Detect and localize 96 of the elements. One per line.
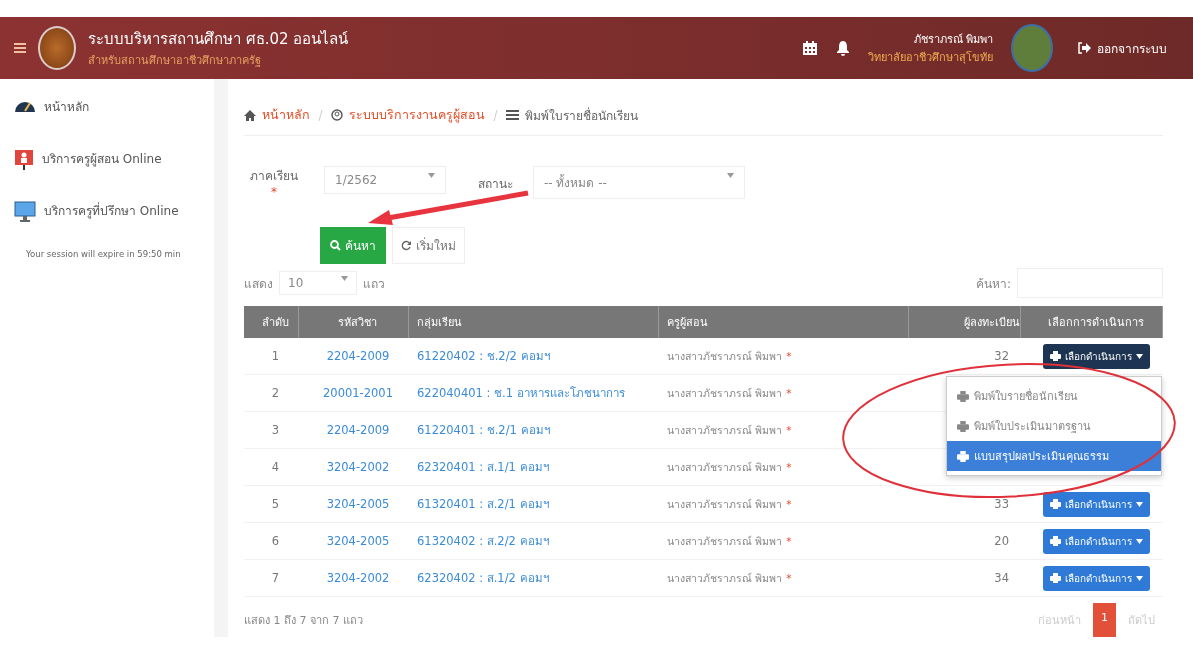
teacher-name: นางสาวภัชราภรณ์ พิมพา: [667, 422, 783, 438]
menu-icon[interactable]: [14, 43, 26, 53]
registered-count: 34: [994, 571, 1009, 585]
registered-count: 33: [994, 497, 1009, 511]
calendar-icon[interactable]: [802, 40, 818, 56]
required-mark: *: [786, 498, 792, 510]
registered-count: 20: [994, 534, 1009, 548]
table-cell-text: 7: [270, 570, 281, 587]
site-subtitle: สำหรับสถานศึกษาอาชีวศึกษาภาครัฐ: [88, 53, 262, 69]
subject-code-link[interactable]: 20001-2001: [299, 375, 409, 411]
required-mark: *: [786, 387, 792, 399]
required-mark: *: [786, 424, 792, 436]
action-dropdown-button[interactable]: เลือกดำเนินการ: [1042, 491, 1150, 517]
class-group-link[interactable]: 622040401 : ช.1 อาหารและโภชนาการ: [409, 375, 659, 411]
required-mark: *: [271, 185, 277, 199]
subject-code-link[interactable]: 2204-2009: [299, 412, 409, 448]
class-group-link[interactable]: 61320402 : ส.2/2 คอมฯ: [409, 523, 659, 559]
teacher-icon: [14, 149, 34, 171]
sidebar-item[interactable]: บริการครูที่ปรึกษา Online: [14, 193, 214, 245]
dropdown-menu-item[interactable]: พิมพ์ใบประเมินมาตรฐาน: [947, 411, 1161, 441]
reset-button[interactable]: เริ่มใหม่: [392, 227, 465, 264]
dropdown-menu-item[interactable]: แบบสรุปผลประเมินคุณธรรม: [947, 441, 1161, 471]
bell-icon[interactable]: [836, 40, 850, 56]
logout-button[interactable]: ออกจากระบบ: [1071, 37, 1173, 59]
column-header[interactable]: ผู้ลงทะเบียน: [909, 306, 1021, 338]
subject-code-link[interactable]: 2204-2009: [299, 338, 409, 374]
column-header[interactable]: รหัสวิชา: [299, 306, 409, 338]
page-size-select[interactable]: 10: [279, 271, 357, 295]
dropdown-menu-item[interactable]: พิมพ์ใบรายชื่อนักเรียน: [947, 381, 1161, 411]
search-icon: [330, 240, 341, 251]
class-group-link[interactable]: 62320401 : ส.1/1 คอมฯ: [409, 449, 659, 485]
action-dropdown-button[interactable]: เลือกดำเนินการ: [1042, 565, 1150, 591]
class-group-link[interactable]: 61220401 : ช.2/1 คอมฯ: [409, 412, 659, 448]
status-label: สถานะ: [478, 176, 513, 193]
teacher-name: นางสาวภัชราภรณ์ พิมพา: [667, 533, 783, 549]
column-header[interactable]: เลือกการดำเนินการ: [1021, 306, 1163, 338]
list-icon: [506, 109, 519, 121]
table-cell-text: 1: [270, 348, 281, 365]
column-header[interactable]: ครูผู้สอน: [659, 306, 909, 338]
subject-code-link[interactable]: 3204-2002: [299, 449, 409, 485]
home-icon: [244, 109, 256, 121]
table-cell-text: 2: [270, 385, 281, 402]
caret-icon: [1135, 353, 1143, 359]
table-cell-text: 5: [270, 496, 281, 513]
required-mark: *: [786, 350, 792, 362]
breadcrumb-current: พิมพ์ใบรายชื่อนักเรียน: [525, 106, 638, 125]
teacher-name: นางสาวภัชราภรณ์ พิมพา: [667, 385, 783, 401]
monitor-icon: [14, 201, 36, 223]
search-label: ค้นหา:: [975, 275, 1011, 293]
subject-code-link[interactable]: 3204-2005: [299, 486, 409, 522]
session-timer: Your session will expire in 59:50 min: [26, 249, 182, 259]
sidebar-item[interactable]: บริการครูผู้สอน Online: [14, 141, 214, 193]
caret-icon: [341, 276, 348, 281]
teacher-name: นางสาวภัชราภรณ์ พิมพา: [667, 496, 783, 512]
term-select[interactable]: 1/2562: [324, 166, 446, 194]
required-mark: *: [786, 461, 792, 473]
class-group-link[interactable]: 61220402 : ช.2/2 คอมฯ: [409, 338, 659, 374]
caret-icon: [1135, 538, 1143, 544]
caret-icon: [1135, 501, 1143, 507]
logout-icon: [1077, 42, 1091, 54]
registered-count: 32: [994, 349, 1009, 363]
table-cell-text: 6: [270, 533, 281, 550]
show-label: แสดง: [244, 275, 273, 293]
user-organization: วิทยาลัยอาชีวศึกษาสุโขทัย: [868, 50, 993, 66]
breadcrumb-link[interactable]: ระบบบริการงานครูผู้สอน: [349, 105, 485, 125]
column-header[interactable]: ลำดับ: [244, 306, 299, 338]
site-title: ระบบบริหารสถานศึกษา ศธ.02 ออนไลน์: [88, 29, 349, 50]
class-group-link[interactable]: 61320401 : ส.2/1 คอมฯ: [409, 486, 659, 522]
term-label: ภาคเรียน: [250, 168, 298, 185]
emblem-logo: [38, 26, 76, 70]
teacher-name: นางสาวภัชราภรณ์ พิมพา: [667, 570, 783, 586]
search-button[interactable]: ค้นหา: [320, 227, 386, 264]
class-group-link[interactable]: 62320402 : ส.1/2 คอมฯ: [409, 560, 659, 596]
caret-icon: [1135, 575, 1143, 581]
table-cell-text: 3: [270, 422, 281, 439]
table-info: แสดง 1 ถึง 7 จาก 7 แถว: [244, 613, 363, 629]
table-cell-text: 4: [270, 459, 281, 476]
teacher-name: นางสาวภัชราภรณ์ พิมพา: [667, 348, 783, 364]
caret-icon: [727, 173, 734, 178]
action-dropdown-button[interactable]: เลือกดำเนินการ: [1042, 528, 1150, 554]
rows-label: แถว: [363, 275, 385, 293]
subject-code-link[interactable]: 3204-2005: [299, 523, 409, 559]
column-header[interactable]: กลุ่มเรียน: [409, 306, 659, 338]
page-number-link[interactable]: 1: [1093, 603, 1116, 637]
required-mark: *: [786, 572, 792, 584]
sidebar-item[interactable]: หน้าหลัก: [14, 89, 214, 141]
avatar-photo: [1011, 24, 1053, 72]
subject-code-link[interactable]: 3204-2002: [299, 560, 409, 596]
status-select[interactable]: -- ทั้งหมด --: [533, 166, 745, 199]
required-mark: *: [786, 535, 792, 547]
teacher-name: นางสาวภัชราภรณ์ พิมพา: [667, 459, 783, 475]
refresh-icon: [401, 240, 412, 251]
action-dropdown-button[interactable]: เลือกดำเนินการ: [1042, 343, 1150, 369]
caret-icon: [428, 173, 435, 178]
breadcrumb-link[interactable]: หน้าหลัก: [262, 105, 310, 125]
user-name: ภัชราภรณ์ พิมพา: [912, 32, 993, 48]
